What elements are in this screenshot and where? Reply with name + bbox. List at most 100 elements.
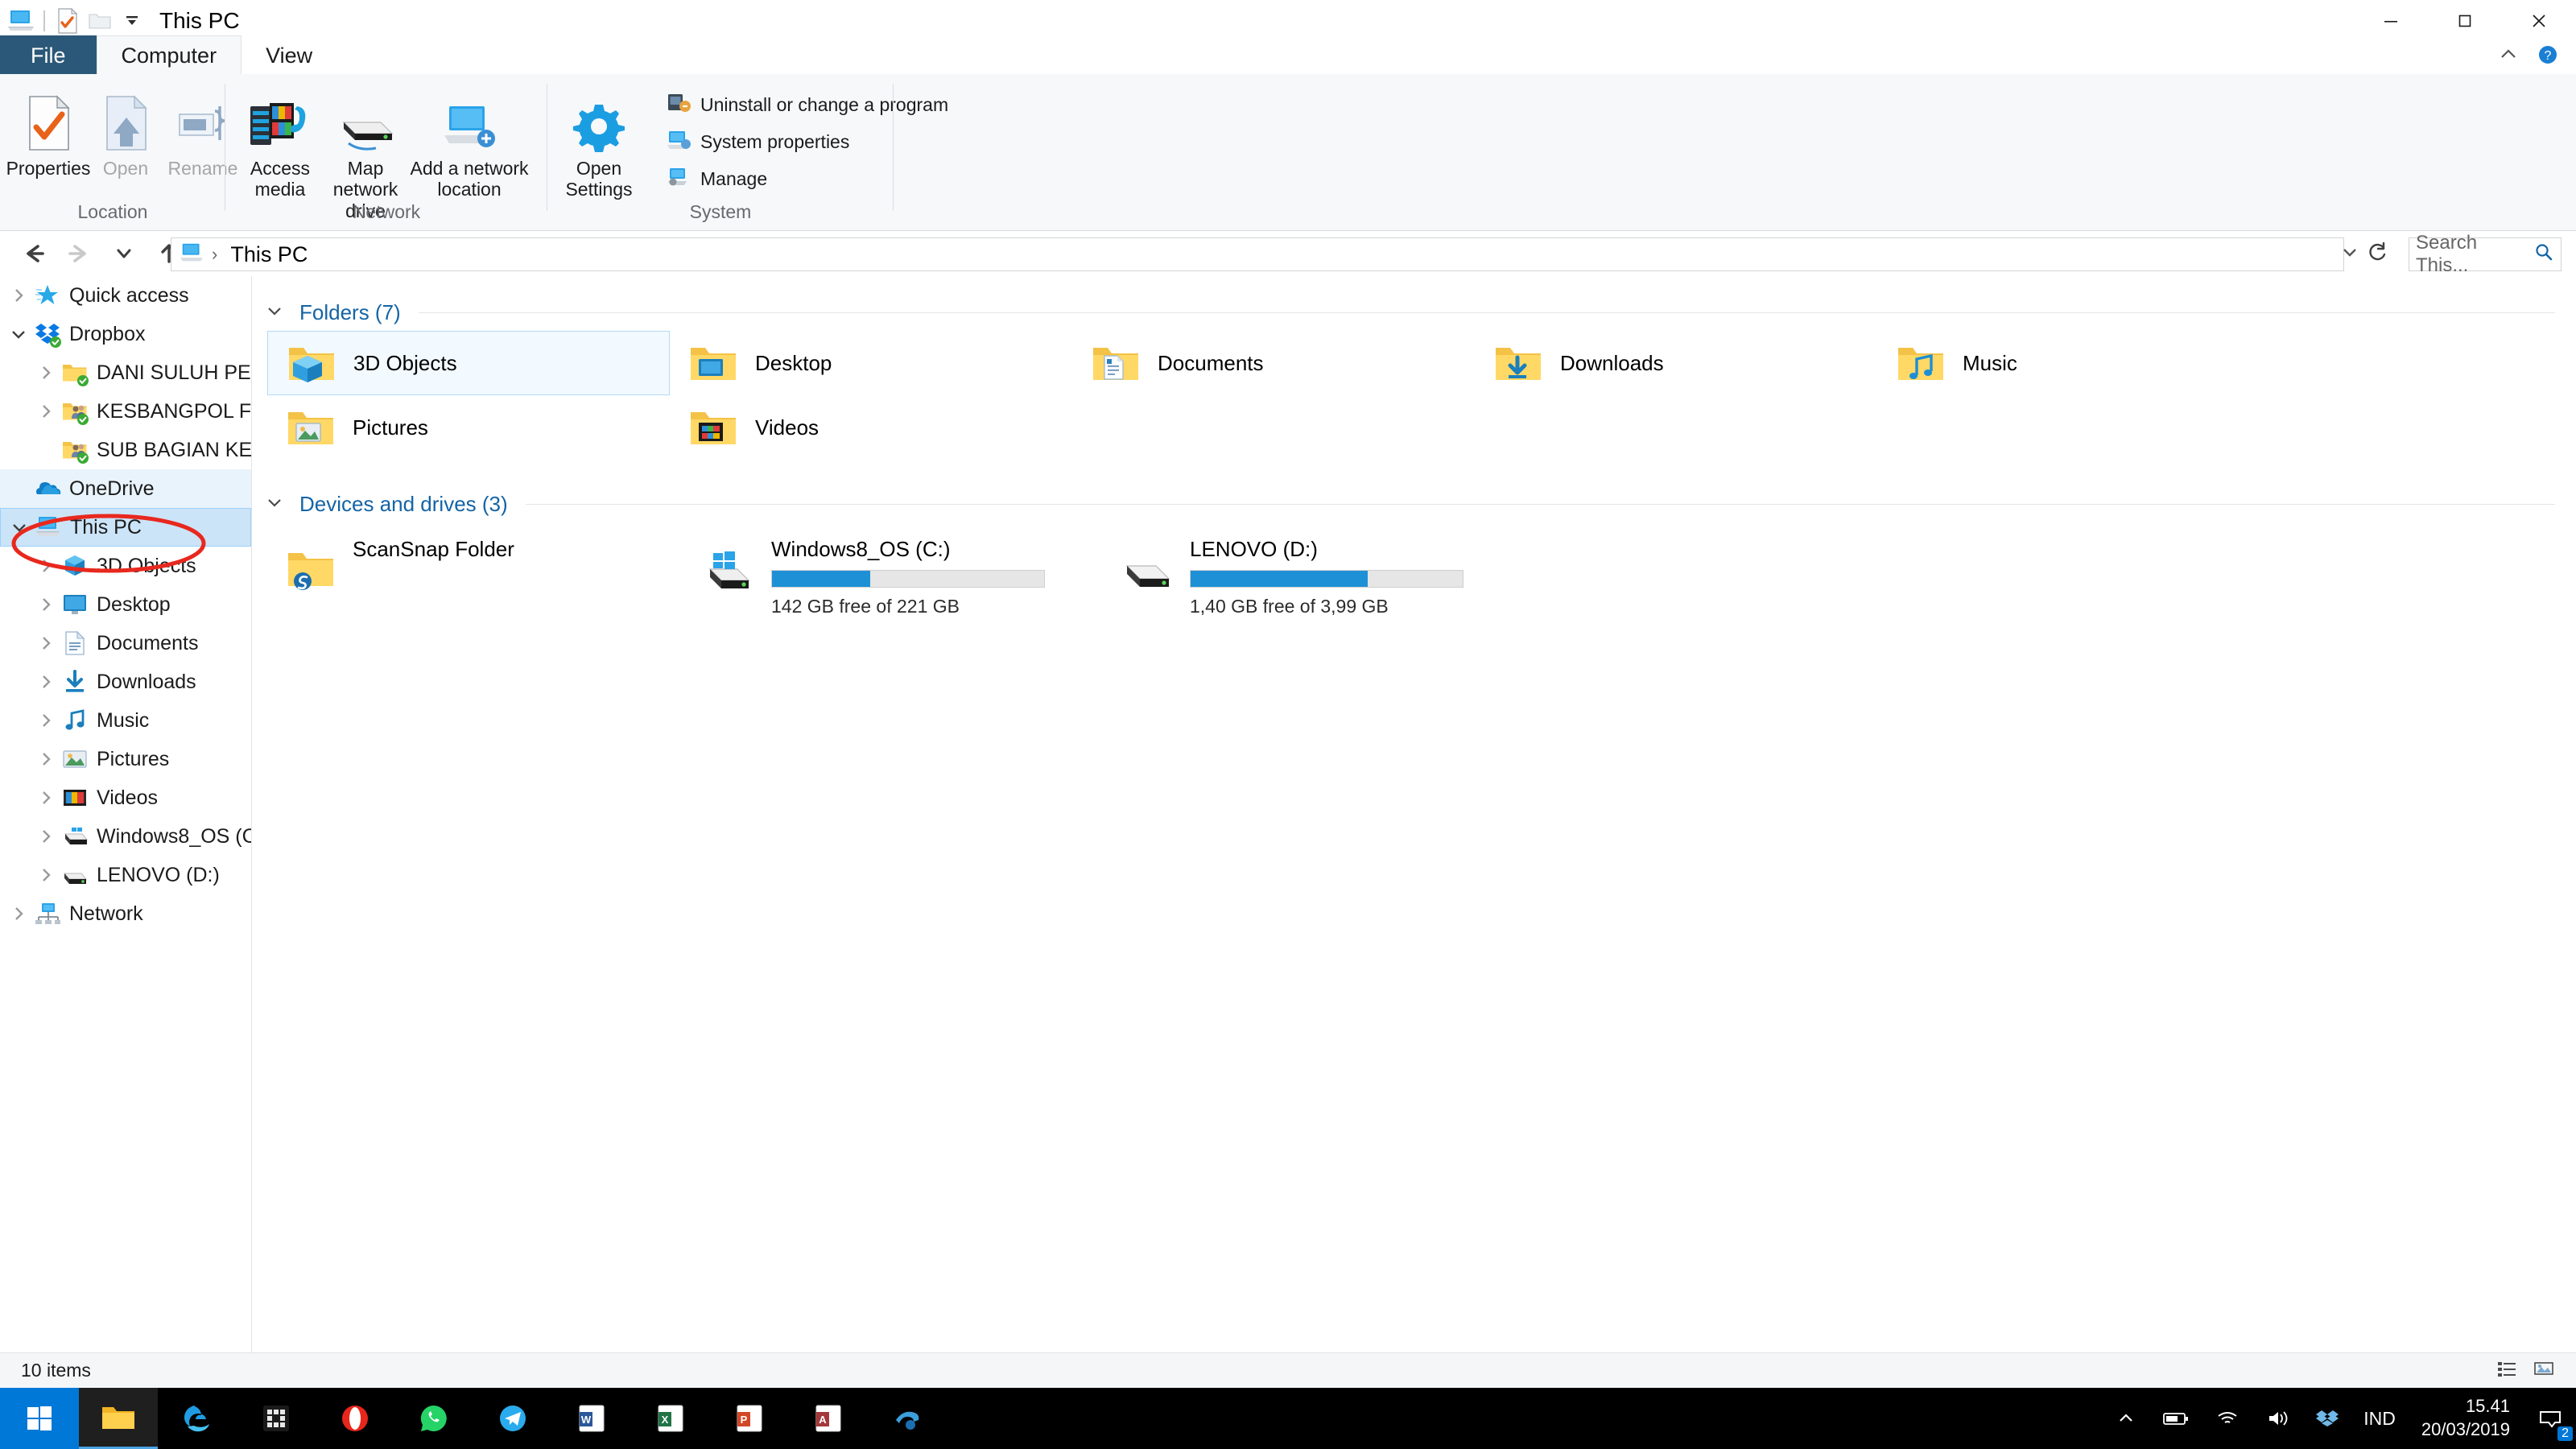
sidebar-item-windows8-os-c[interactable]: Windows8_OS (C:)	[0, 817, 251, 856]
manage-item[interactable]: Manage	[667, 164, 767, 193]
taskbar-scansnap-icon[interactable]	[868, 1388, 947, 1449]
sidebar-item-3d-objects[interactable]: 3D Objects	[0, 547, 251, 585]
folder-tile[interactable]: Downloads	[1475, 331, 1877, 395]
chevron-right-icon[interactable]	[32, 547, 60, 585]
folder-tile[interactable]: Music	[1877, 331, 2280, 395]
volume-icon[interactable]	[2252, 1388, 2302, 1449]
breadcrumb[interactable]: › This PC	[171, 237, 2344, 271]
chevron-right-icon[interactable]	[32, 624, 60, 663]
taskbar-telegram-icon[interactable]	[473, 1388, 552, 1449]
tab-file[interactable]: File	[0, 35, 97, 76]
chevron-right-icon[interactable]	[32, 353, 60, 392]
taskbar-file-explorer-icon[interactable]	[79, 1388, 158, 1449]
details-view-icon[interactable]	[2496, 1359, 2518, 1382]
folder-tile[interactable]: Desktop	[670, 331, 1072, 395]
clock[interactable]: 15.41 20/03/2019	[2407, 1395, 2524, 1441]
properties-icon[interactable]	[52, 5, 84, 37]
forward-button[interactable]	[56, 231, 101, 276]
refresh-icon[interactable]	[2367, 241, 2389, 267]
system-properties-item[interactable]: System properties	[667, 127, 849, 156]
sidebar-item-this-pc[interactable]: This PC	[0, 508, 251, 547]
tab-view[interactable]: View	[242, 35, 336, 76]
action-center-icon[interactable]: 2	[2524, 1388, 2576, 1449]
chevron-down-icon[interactable]	[266, 303, 283, 322]
open-settings-button[interactable]: Open Settings	[555, 84, 642, 200]
chevron-right-icon[interactable]	[32, 856, 60, 894]
chevron-right-icon[interactable]	[5, 276, 32, 315]
chevron-right-icon[interactable]	[32, 701, 60, 740]
chevron-right-icon[interactable]	[32, 740, 60, 778]
taskbar-microsoft-access-icon[interactable]: A	[789, 1388, 868, 1449]
sidebar-item-lenovo-d[interactable]: LENOVO (D:)	[0, 856, 251, 894]
folders-section-header[interactable]: Folders (7)	[253, 294, 2576, 331]
tree-spacer	[32, 431, 60, 469]
sidebar-item-dani-suluh-peker[interactable]: DANI SULUH PEKER.	[0, 353, 251, 392]
search-icon[interactable]	[2533, 242, 2554, 268]
customize-dropdown-icon[interactable]	[116, 5, 148, 37]
drive-free-space: 142 GB free of 221 GB	[771, 596, 1045, 617]
ribbon-group-system: Open Settings Uninstall or change a prog…	[547, 74, 894, 229]
chevron-down-icon[interactable]	[6, 508, 33, 547]
tab-computer[interactable]: Computer	[97, 35, 242, 76]
taskbar-microsoft-powerpoint-icon[interactable]: P	[710, 1388, 789, 1449]
taskbar-whatsapp-icon[interactable]	[394, 1388, 473, 1449]
taskbar-opera-icon[interactable]	[316, 1388, 394, 1449]
uninstall-program-item[interactable]: Uninstall or change a program	[667, 90, 948, 119]
taskbar-microsoft-excel-icon[interactable]: X	[631, 1388, 710, 1449]
chevron-right-icon[interactable]	[32, 392, 60, 431]
drive-tile[interactable]: LENOVO (D:)1,40 GB free of 3,99 GB	[1104, 526, 1523, 598]
sidebar-item-quick-access[interactable]: Quick access	[0, 276, 251, 315]
sidebar-item-music[interactable]: Music	[0, 701, 251, 740]
search-input[interactable]: Search This...	[2409, 237, 2562, 271]
sidebar-item-kesbangpol-fold[interactable]: KESBANGPOL FOLD	[0, 392, 251, 431]
folder-tile[interactable]: Documents	[1072, 331, 1475, 395]
properties-button[interactable]: Properties	[5, 84, 92, 179]
sidebar-item-dropbox[interactable]: Dropbox	[0, 315, 251, 353]
file-list-pane[interactable]: Folders (7) 3D ObjectsDesktopDocumentsDo…	[253, 276, 2576, 1352]
chevron-right-icon[interactable]	[5, 894, 32, 933]
chevron-right-icon[interactable]	[32, 817, 60, 856]
folder-tile[interactable]: 3D Objects	[267, 331, 670, 395]
sidebar-item-pictures[interactable]: Pictures	[0, 740, 251, 778]
battery-icon[interactable]	[2149, 1388, 2202, 1449]
sidebar-item-videos[interactable]: Videos	[0, 778, 251, 817]
drive-tile[interactable]: Windows8_OS (C:)142 GB free of 221 GB	[686, 526, 1104, 598]
back-button[interactable]	[11, 231, 56, 276]
new-folder-icon[interactable]	[84, 5, 116, 37]
folder-tile[interactable]: ScanSnap Folder	[267, 526, 686, 598]
sidebar-item-desktop[interactable]: Desktop	[0, 585, 251, 624]
devices-section-header[interactable]: Devices and drives (3)	[253, 485, 2576, 522]
chevron-down-icon[interactable]	[2339, 243, 2360, 265]
large-icons-view-icon[interactable]	[2533, 1359, 2555, 1382]
show-hidden-icons-button[interactable]	[2103, 1388, 2149, 1449]
chevron-right-icon[interactable]	[32, 778, 60, 817]
taskbar-microsoft-edge-icon[interactable]	[158, 1388, 237, 1449]
taskbar-pinned-app-icon[interactable]	[237, 1388, 316, 1449]
dropbox-tray-icon[interactable]	[2302, 1388, 2352, 1449]
drive-tile-info: LENOVO (D:)1,40 GB free of 3,99 GB	[1190, 532, 1463, 617]
windows-start-icon[interactable]	[0, 1388, 79, 1449]
recent-locations-button[interactable]	[101, 231, 147, 276]
sidebar-item-network[interactable]: Network	[0, 894, 251, 933]
chevron-right-icon[interactable]	[32, 585, 60, 624]
chevron-down-icon[interactable]	[5, 315, 32, 353]
breadcrumb-current[interactable]: This PC	[230, 242, 308, 267]
input-language-indicator[interactable]: IND	[2352, 1408, 2407, 1430]
address-bar-actions	[2339, 241, 2389, 267]
sidebar-item-downloads[interactable]: Downloads	[0, 663, 251, 701]
chevron-right-icon[interactable]	[32, 663, 60, 701]
collapse-ribbon-icon[interactable]	[2497, 47, 2520, 67]
sidebar-item-sub-bagian-keuan[interactable]: SUB BAGIAN KEUAN	[0, 431, 251, 469]
taskbar-microsoft-word-icon[interactable]: W	[552, 1388, 631, 1449]
chevron-down-icon[interactable]	[266, 495, 283, 514]
access-media-button[interactable]: Access media	[237, 84, 324, 200]
sidebar-item-onedrive[interactable]: OneDrive	[0, 469, 251, 508]
open-button[interactable]: Open	[82, 84, 169, 179]
help-icon[interactable]: ?	[2536, 43, 2560, 71]
sidebar-item-documents[interactable]: Documents	[0, 624, 251, 663]
folder-tile[interactable]: Videos	[670, 395, 1072, 460]
wifi-icon[interactable]	[2202, 1388, 2252, 1449]
folder-tile[interactable]: Pictures	[267, 395, 670, 460]
add-network-location-button[interactable]: Add a network location	[409, 84, 530, 200]
navigation-pane[interactable]: Quick accessDropboxDANI SULUH PEKER.KESB…	[0, 276, 252, 1352]
